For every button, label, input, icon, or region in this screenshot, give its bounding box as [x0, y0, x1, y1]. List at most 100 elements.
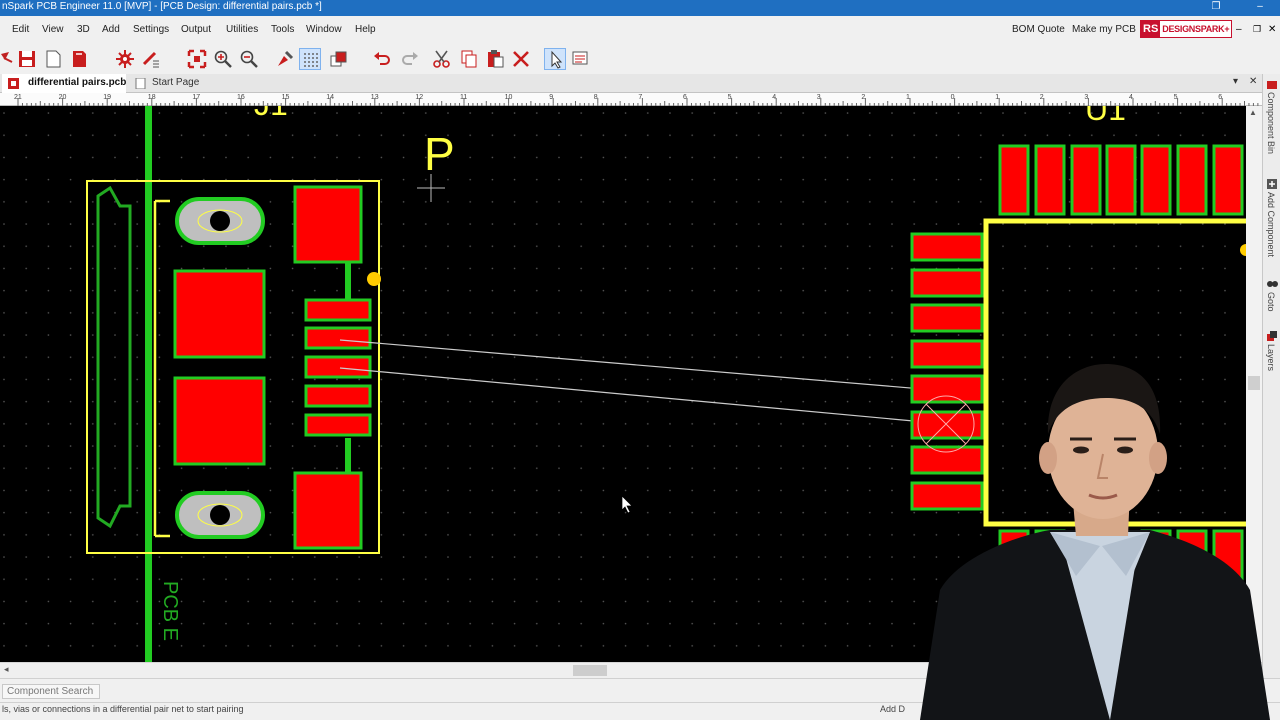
signal-pad-4[interactable] — [304, 384, 372, 408]
anchor-pad-top[interactable] — [293, 185, 363, 264]
menu-edit[interactable]: Edit — [12, 24, 29, 35]
designspark-logo: RS DESIGNSPARK+ — [1140, 20, 1232, 38]
bom-quote-link[interactable]: BOM Quote — [1012, 24, 1065, 35]
window-title: nSpark PCB Engineer 11.0 [MVP] - [PCB De… — [2, 1, 322, 12]
zoom-fit-icon[interactable] — [186, 48, 208, 70]
zoom-out-icon[interactable] — [238, 48, 260, 70]
ruler-label: 5 — [1173, 94, 1178, 101]
ruler-ticks — [17, 98, 1259, 106]
menu-tools[interactable]: Tools — [271, 24, 294, 35]
save-icon[interactable] — [16, 48, 38, 70]
shield-pad-lower[interactable] — [173, 376, 266, 466]
horizontal-scroll-thumb[interactable] — [573, 665, 607, 676]
shield-pad-upper[interactable] — [173, 269, 266, 359]
document-tab-bar: differential pairs.pcb Start Page ▾ ✕ — [0, 74, 1262, 93]
ruler-label: 16 — [237, 94, 245, 101]
open-icon[interactable] — [42, 48, 64, 70]
silkscreen-text: PCB E — [159, 581, 181, 641]
component-bin-icon — [1267, 81, 1277, 89]
component-letter-label: P — [424, 128, 455, 180]
doc-restore-button[interactable]: ❐ — [1253, 24, 1261, 35]
ruler-label: 2 — [1039, 94, 1044, 101]
menu-add[interactable]: Add — [102, 24, 120, 35]
zoom-in-icon[interactable] — [212, 48, 234, 70]
ruler-label: 6 — [1218, 94, 1223, 101]
ruler-label: 11 — [460, 94, 468, 101]
tab-add-component[interactable]: Add Component — [1266, 192, 1276, 257]
menu-window[interactable]: Window — [306, 24, 342, 35]
delete-icon[interactable] — [510, 48, 532, 70]
menu-utilities[interactable]: Utilities — [226, 24, 258, 35]
ruler-label: 19 — [103, 94, 111, 101]
main-toolbar — [0, 44, 1280, 74]
ic-top-pins — [998, 144, 1244, 216]
tab-component-search[interactable]: Component Search — [2, 684, 101, 699]
close-doc-icon[interactable] — [68, 48, 90, 70]
cut-icon[interactable] — [431, 48, 453, 70]
menu-view[interactable]: View — [42, 24, 64, 35]
horizontal-ruler: 21 20 19 18 17 16 15 14 13 12 11 10 9 8 7 6 5 4 3 2 1 0 1 2 3 4 5 6 — [0, 93, 1262, 106]
grid-icon[interactable] — [299, 48, 321, 70]
redo-icon[interactable] — [399, 48, 421, 70]
doc-close-button[interactable]: ✕ — [1268, 24, 1276, 35]
close-tab-icon[interactable]: ✕ — [1249, 76, 1257, 87]
ruler-label: 12 — [415, 94, 424, 101]
track-stub-bottom — [345, 438, 351, 473]
ruler-label: 17 — [192, 94, 201, 101]
tab-component-bin[interactable]: Component Bin — [1266, 92, 1276, 154]
signal-pad-5[interactable] — [304, 413, 372, 437]
select-icon[interactable] — [544, 48, 566, 70]
tab-list-chevron-icon[interactable]: ▾ — [1233, 76, 1238, 87]
ruler-label: 2 — [861, 94, 866, 101]
brand-name: DESIGNSPARK — [1162, 24, 1225, 34]
component-ref-right-partial: U1 — [1085, 106, 1126, 127]
ruler-label: 0 — [950, 94, 955, 101]
doc-minimize-button[interactable]: – — [1236, 24, 1242, 35]
pcb-file-icon — [8, 78, 19, 89]
ruler-label: 5 — [727, 94, 732, 101]
ruler-label: 4 — [1129, 94, 1133, 101]
layers-icon[interactable] — [327, 48, 349, 70]
signal-pad-1[interactable] — [304, 298, 372, 322]
tab-label: differential pairs.pcb — [28, 77, 127, 88]
make-pcb-link[interactable]: Make my PCB — [1072, 24, 1136, 35]
check-icon[interactable] — [140, 48, 162, 70]
paste-icon[interactable] — [484, 48, 506, 70]
copy-icon[interactable] — [458, 48, 480, 70]
design-rules-icon[interactable] — [114, 48, 136, 70]
ruler-label: 3 — [816, 94, 821, 101]
menu-3d[interactable]: 3D — [77, 24, 90, 35]
scroll-up-icon[interactable]: ▲ — [1249, 108, 1257, 117]
ruler-label: 4 — [772, 94, 777, 101]
goto-icon — [1267, 281, 1278, 287]
ruler-label: 21 — [14, 94, 22, 101]
anchor-pad-bottom[interactable] — [293, 471, 363, 550]
menu-help[interactable]: Help — [355, 24, 376, 35]
pin1-marker — [367, 272, 381, 286]
ruler-label: 8 — [593, 94, 598, 101]
layers-panel-icon — [1267, 331, 1277, 341]
properties-icon[interactable] — [570, 48, 592, 70]
signal-pad-3[interactable] — [304, 355, 372, 379]
menu-output[interactable]: Output — [181, 24, 211, 35]
brand-plus: + — [1224, 24, 1230, 34]
tab-goto[interactable]: Goto — [1266, 292, 1276, 312]
ruler-label: 14 — [326, 94, 334, 101]
restore-window-button[interactable]: ❐ — [1206, 0, 1226, 16]
tab-differential-pairs[interactable]: differential pairs.pcb — [2, 74, 126, 93]
undo-icon[interactable] — [371, 48, 393, 70]
designspark-wordmark: DESIGNSPARK+ — [1160, 24, 1229, 34]
tab-start-page[interactable]: Start Page — [130, 74, 210, 93]
status-message: ls, vias or connections in a differentia… — [2, 704, 244, 714]
ruler-label: 6 — [683, 94, 687, 101]
scroll-left-icon[interactable]: ◂ — [4, 664, 9, 675]
vertical-track[interactable] — [145, 106, 152, 662]
minimize-window-button[interactable]: – — [1250, 0, 1270, 16]
menu-settings[interactable]: Settings — [133, 24, 169, 35]
ruler-label: 7 — [638, 94, 643, 101]
signal-pad-2[interactable] — [304, 326, 372, 350]
pan-icon[interactable] — [274, 48, 296, 70]
ruler-label: 1 — [906, 94, 910, 101]
mounting-hole-top[interactable] — [175, 197, 265, 245]
mounting-hole-bottom[interactable] — [175, 491, 265, 539]
